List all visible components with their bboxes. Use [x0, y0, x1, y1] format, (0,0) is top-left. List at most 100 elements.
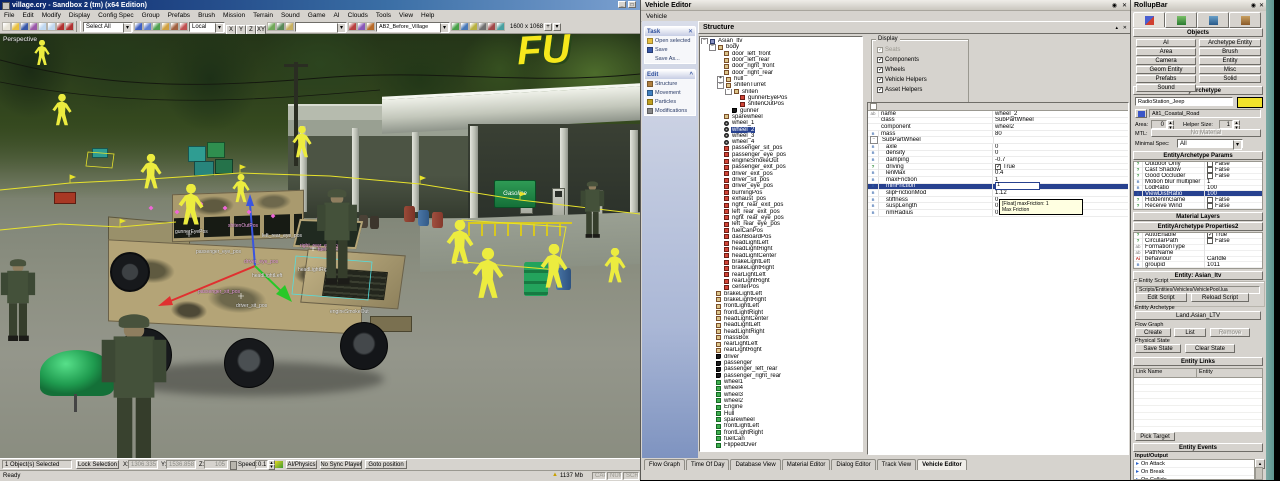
layers-icon[interactable] — [357, 22, 366, 31]
terrain-tool-icon[interactable] — [451, 22, 460, 31]
scale-tool-icon[interactable] — [170, 22, 179, 31]
object-button-misc[interactable]: Misc — [1199, 66, 1261, 74]
save-icon[interactable] — [20, 22, 29, 31]
display-option-vehicle-helpers[interactable]: Vehicle Helpers — [872, 75, 968, 85]
object-icon[interactable] — [460, 22, 469, 31]
event-item-on-break[interactable]: ▸On Break — [1134, 468, 1254, 476]
display-option-components[interactable]: Components — [872, 55, 968, 65]
new-icon[interactable] — [2, 22, 11, 31]
archetype-properties2-rollup-header[interactable]: EntityArchetype Properties2 — [1133, 222, 1263, 231]
checkbox[interactable] — [877, 77, 883, 83]
close-icon[interactable]: ✕ — [1123, 25, 1127, 31]
task-save-as-[interactable]: Save As... — [645, 54, 695, 63]
object-button-area[interactable]: Area — [1136, 48, 1196, 56]
move-tool-icon[interactable] — [152, 22, 161, 31]
checkbox[interactable] — [1207, 238, 1213, 244]
menu-game[interactable]: Game — [304, 12, 330, 19]
edit-movement[interactable]: Movement — [645, 88, 695, 97]
y-coordinate[interactable]: 1536.858 — [166, 460, 196, 469]
export-icon[interactable] — [29, 22, 38, 31]
speed-input[interactable]: 0.1 — [255, 460, 268, 469]
snap-grid-icon[interactable] — [267, 22, 276, 31]
3d-viewport[interactable]: FU Gasoline — [0, 34, 640, 458]
event-item-on-attack[interactable]: ▸On Attack — [1134, 460, 1254, 468]
resolution-menu-button[interactable]: ▾ — [553, 23, 561, 31]
entity-archetype-button[interactable]: Land.Asian_LTV — [1135, 311, 1261, 320]
material-layers-rollup-header[interactable]: Material Layers — [1133, 212, 1263, 221]
link-icon[interactable] — [56, 22, 65, 31]
chevron-up-icon[interactable]: ^ — [689, 72, 693, 78]
tab-layers[interactable] — [1229, 12, 1261, 28]
bottom-tab-track-view[interactable]: Track View — [877, 459, 916, 470]
object-button-geom-entity[interactable]: Geom Entity — [1136, 66, 1196, 74]
checkbox[interactable] — [877, 57, 883, 63]
resolution-lock-button[interactable]: + — [544, 23, 552, 31]
pin-icon[interactable]: ◉ — [1112, 2, 1117, 9]
no-material-button[interactable]: No Material — [1151, 129, 1261, 137]
area-input[interactable]: 0 — [1151, 120, 1167, 129]
color-swatch[interactable] — [1237, 97, 1263, 108]
edit-box-header[interactable]: Edit^ — [645, 70, 695, 79]
pointer-tool-icon[interactable] — [134, 22, 143, 31]
edit-structure[interactable]: Structure — [645, 79, 695, 88]
display-option-asset-helpers[interactable]: Asset Helpers — [872, 85, 968, 95]
entity-links-rollup-header[interactable]: Entity Links — [1133, 357, 1263, 366]
menu-tools[interactable]: Tools — [372, 12, 395, 19]
select-terrain-icon[interactable] — [179, 22, 188, 31]
checkbox[interactable] — [995, 164, 1001, 170]
snap-angle-icon[interactable] — [276, 22, 285, 31]
close-icon[interactable]: ✕ — [1259, 3, 1264, 9]
edit-script-button[interactable]: Edit Script — [1135, 293, 1187, 302]
minimal-spec-select[interactable]: All — [1177, 139, 1243, 148]
bottom-tab-vehicle-editor[interactable]: Vehicle Editor — [917, 459, 967, 470]
undo-icon[interactable] — [38, 22, 47, 31]
pick-target-button[interactable]: Pick Target — [1135, 432, 1175, 441]
bottom-tab-time-of-day[interactable]: Time Of Day — [686, 459, 729, 470]
property-row-rimradius[interactable]: nrimRadius0.32 — [868, 210, 1128, 217]
clear-state-button[interactable]: Clear State — [1185, 344, 1235, 353]
tree-expander[interactable]: − — [725, 89, 732, 95]
bottom-tab-dialog-editor[interactable]: Dialog Editor — [831, 459, 875, 470]
checkbox[interactable] — [877, 47, 883, 53]
goto-selection-icon[interactable] — [348, 22, 357, 31]
entity-column[interactable]: Entity — [1197, 369, 1213, 377]
object-button-sound[interactable]: Sound — [1136, 84, 1196, 92]
events-scrollbar[interactable] — [1255, 467, 1263, 480]
axis-x-button[interactable]: X — [226, 25, 236, 35]
object-button-prefabs[interactable]: Prefabs — [1136, 75, 1196, 83]
link-name-column[interactable]: Link Name — [1134, 369, 1197, 377]
tree-expander[interactable]: − — [717, 82, 724, 88]
bottom-tab-flow-graph[interactable]: Flow Graph — [644, 459, 685, 470]
flowgraph-remove-button[interactable]: Remove — [1210, 328, 1250, 337]
layer-combo[interactable]: AB2_Before_Village — [376, 22, 450, 32]
browse-archetype-button[interactable] — [1135, 109, 1147, 118]
close-icon[interactable]: ✕ — [688, 28, 693, 35]
avi-icon[interactable] — [487, 22, 496, 31]
axis-xy-button[interactable]: XY — [256, 25, 266, 35]
axis-y-button[interactable]: Y — [236, 25, 246, 35]
checkbox[interactable] — [1207, 203, 1213, 209]
close-icon[interactable]: ✕ — [1122, 2, 1127, 9]
entity-events-rollup-header[interactable]: Entity Events — [1133, 443, 1263, 452]
flowgraph-list-button[interactable]: List — [1174, 328, 1206, 337]
z-coordinate[interactable]: 105 — [204, 460, 228, 469]
menu-ai[interactable]: AI — [329, 12, 343, 19]
object-button-archetype-entity[interactable]: Archetype Entity — [1199, 39, 1261, 47]
task-save[interactable]: Save — [645, 45, 695, 54]
task-box-header[interactable]: Task✕ — [645, 27, 695, 36]
object-button-solid[interactable]: Solid — [1199, 75, 1261, 83]
select-object-icon[interactable] — [143, 22, 152, 31]
object-button-brush[interactable]: Brush — [1199, 48, 1261, 56]
menu-help[interactable]: Help — [417, 12, 438, 19]
menu-brush[interactable]: Brush — [194, 12, 219, 19]
redo-icon[interactable] — [47, 22, 56, 31]
object-button-entity[interactable]: Entity — [1199, 57, 1261, 65]
save-state-button[interactable]: Save State — [1135, 344, 1181, 353]
pin-icon[interactable]: ◉ — [1251, 3, 1256, 9]
lock-selection-button[interactable]: Lock Selection — [76, 460, 119, 469]
speed-preset-icon[interactable] — [275, 461, 283, 468]
axis-z-button[interactable]: Z — [246, 25, 256, 35]
mission-icon[interactable] — [496, 22, 505, 31]
ruler-icon[interactable] — [285, 22, 294, 31]
tree-expander[interactable]: − — [701, 38, 708, 44]
